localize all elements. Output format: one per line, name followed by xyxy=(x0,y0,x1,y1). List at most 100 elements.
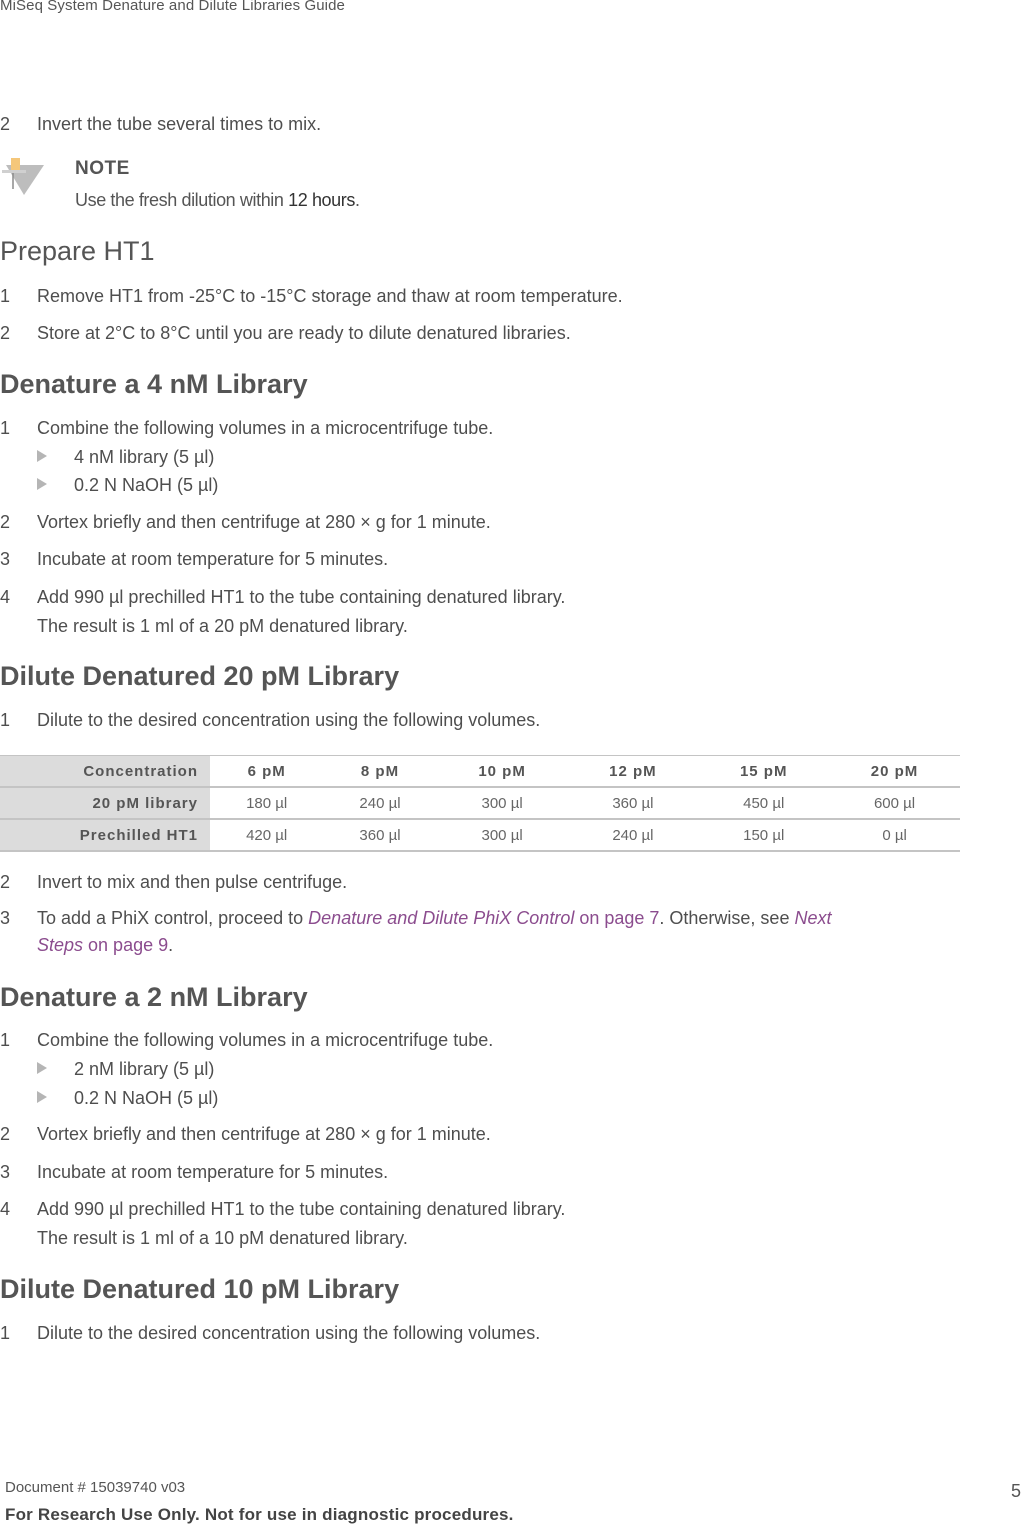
step-number: 2 xyxy=(0,114,11,134)
step: 2 Vortex briefly and then centrifuge at 2… xyxy=(0,512,491,533)
table-cell: 180 µl xyxy=(210,787,324,820)
bullet-triangle-icon xyxy=(37,1062,47,1074)
step-result: The result is 1 ml of a 20 pM denatured … xyxy=(37,616,408,636)
step-text: Vortex briefly and then centrifuge at 28… xyxy=(37,512,491,532)
link-title: Steps xyxy=(37,935,84,955)
table-cell: 360 µl xyxy=(567,787,699,820)
step-number: 1 xyxy=(0,710,11,730)
step-number: 1 xyxy=(0,286,11,306)
step-number: 2 xyxy=(0,1124,11,1144)
table-cell: 300 µl xyxy=(436,787,568,820)
step-number: 3 xyxy=(0,1162,11,1182)
bullet-text: 0.2 N NaOH (5 µl) xyxy=(74,1088,219,1108)
step-number: 1 xyxy=(0,1030,11,1050)
step-text: . Otherwise, see xyxy=(659,908,795,928)
link-title: Next xyxy=(794,908,832,928)
bullet-item: 4 nM library (5 µl) xyxy=(37,447,214,468)
step-text: Invert the tube several times to mix. xyxy=(37,114,322,134)
column-header: 15 pM xyxy=(698,755,830,788)
step-text: Combine the following volumes in a micro… xyxy=(37,418,494,438)
link-next-steps-cont[interactable]: Steps on page 9 xyxy=(37,935,168,955)
step: 1 Remove HT1 from -25°C to -15°C storage … xyxy=(0,286,623,307)
link-page: on page 7 xyxy=(574,908,660,928)
step: 4 Add 990 µl prechilled HT1 to the tube c… xyxy=(0,587,565,608)
note-text-pre: Use the fresh dilution within xyxy=(75,190,289,210)
step-number: 2 xyxy=(0,512,11,532)
step-invert-tube: 2 Invert the tube several times to mix. xyxy=(0,114,321,135)
bullet-triangle-icon xyxy=(37,1091,47,1103)
heading-denature-4nm: Denature a 4 nM Library xyxy=(0,369,308,399)
disclaimer: For Research Use Only. Not for use in di… xyxy=(5,1505,514,1524)
step-text: Combine the following volumes in a micro… xyxy=(37,1030,494,1050)
step-number: 1 xyxy=(0,418,11,438)
table-cell: 450 µl xyxy=(698,787,830,820)
running-header: MiSeq System Denature and Dilute Librari… xyxy=(0,0,345,14)
note-title: NOTE xyxy=(75,158,130,179)
bullet-item: 0.2 N NaOH (5 µl) xyxy=(37,475,218,496)
table-header-row: Concentration 6 pM 8 pM 10 pM 12 pM 15 p… xyxy=(0,755,960,788)
bullet-text: 2 nM library (5 µl) xyxy=(74,1059,215,1079)
row-header: Prechilled HT1 xyxy=(0,819,210,852)
bullet-triangle-icon xyxy=(37,478,47,490)
step-number: 2 xyxy=(0,872,11,892)
step-number: 4 xyxy=(0,1199,11,1219)
table-cell: 600 µl xyxy=(829,787,960,820)
step-text: Add 990 µl prechilled HT1 to the tube co… xyxy=(37,1199,566,1219)
note-text: Use the fresh dilution within 12 hours. xyxy=(75,190,360,211)
step-text: Add 990 µl prechilled HT1 to the tube co… xyxy=(37,587,566,607)
note-text-post: . xyxy=(354,190,360,210)
step-text: To add a PhiX control, proceed to xyxy=(37,908,309,928)
step-text: Dilute to the desired concentration usin… xyxy=(37,1323,541,1343)
column-header: 8 pM xyxy=(323,755,437,788)
table-row: Prechilled HT1 420 µl 360 µl 300 µl 240 … xyxy=(0,819,960,852)
table-cell: 300 µl xyxy=(436,819,568,852)
step-phix: 3 To add a PhiX control, proceed to Denat… xyxy=(0,908,831,929)
row-header: Concentration xyxy=(0,755,210,788)
step-phix-continued: Steps on page 9. xyxy=(37,935,173,956)
step-number: 3 xyxy=(0,908,11,928)
step-number: 1 xyxy=(0,1323,11,1343)
step-number: 3 xyxy=(0,549,11,569)
heading-prepare-ht1: Prepare HT1 xyxy=(0,236,155,266)
link-next-steps[interactable]: Next xyxy=(794,908,831,928)
page-number: 5 xyxy=(1010,1481,1021,1501)
heading-denature-2nm: Denature a 2 nM Library xyxy=(0,982,308,1012)
table-cell: 240 µl xyxy=(323,787,437,820)
column-header: 12 pM xyxy=(567,755,699,788)
link-title: Denature and Dilute PhiX Control xyxy=(308,908,575,928)
table-cell: 360 µl xyxy=(323,819,437,852)
step: 2 Store at 2°C to 8°C until you are ready… xyxy=(0,323,571,344)
column-header: 20 pM xyxy=(829,755,960,788)
step-text: Invert to mix and then pulse centrifuge. xyxy=(37,872,348,892)
link-denature-phix[interactable]: Denature and Dilute PhiX Control on page… xyxy=(308,908,659,928)
table-cell: 0 µl xyxy=(829,819,960,852)
step: 1 Combine the following volumes in a micr… xyxy=(0,418,493,439)
step-text: . xyxy=(168,935,174,955)
step-number: 2 xyxy=(0,323,11,343)
step: 2 Invert to mix and then pulse centrifuge… xyxy=(0,872,347,893)
step: 4 Add 990 µl prechilled HT1 to the tube c… xyxy=(0,1199,565,1220)
heading-dilute-20pm: Dilute Denatured 20 pM Library xyxy=(0,661,400,691)
step: 3 Incubate at room temperature for 5 minu… xyxy=(0,549,388,570)
bullet-item: 2 nM library (5 µl) xyxy=(37,1059,214,1080)
bullet-item: 0.2 N NaOH (5 µl) xyxy=(37,1088,218,1109)
step: 1 Combine the following volumes in a micr… xyxy=(0,1030,493,1051)
step-text: Incubate at room temperature for 5 minut… xyxy=(37,1162,389,1182)
table-cell: 150 µl xyxy=(698,819,830,852)
step-result: The result is 1 ml of a 10 pM denatured … xyxy=(37,1228,408,1248)
pushpin-note-icon xyxy=(2,158,44,195)
step-text: Remove HT1 from -25°C to -15°C storage a… xyxy=(37,286,623,306)
column-header: 6 pM xyxy=(210,755,324,788)
bullet-text: 0.2 N NaOH (5 µl) xyxy=(74,475,219,495)
column-header: 10 pM xyxy=(436,755,568,788)
step: 1 Dilute to the desired concentration usi… xyxy=(0,1323,540,1344)
table-cell: 240 µl xyxy=(567,819,699,852)
table-row: 20 pM library 180 µl 240 µl 300 µl 360 µ… xyxy=(0,787,960,820)
step: 3 Incubate at room temperature for 5 minu… xyxy=(0,1162,388,1183)
heading-dilute-10pm: Dilute Denatured 10 pM Library xyxy=(0,1274,400,1304)
note-emphasis: 12 hours xyxy=(288,190,355,210)
step-text: Dilute to the desired concentration usin… xyxy=(37,710,541,730)
step-text: Store at 2°C to 8°C until you are ready … xyxy=(37,323,571,343)
step: 2 Vortex briefly and then centrifuge at 2… xyxy=(0,1124,491,1145)
bullet-text: 4 nM library (5 µl) xyxy=(74,447,215,467)
